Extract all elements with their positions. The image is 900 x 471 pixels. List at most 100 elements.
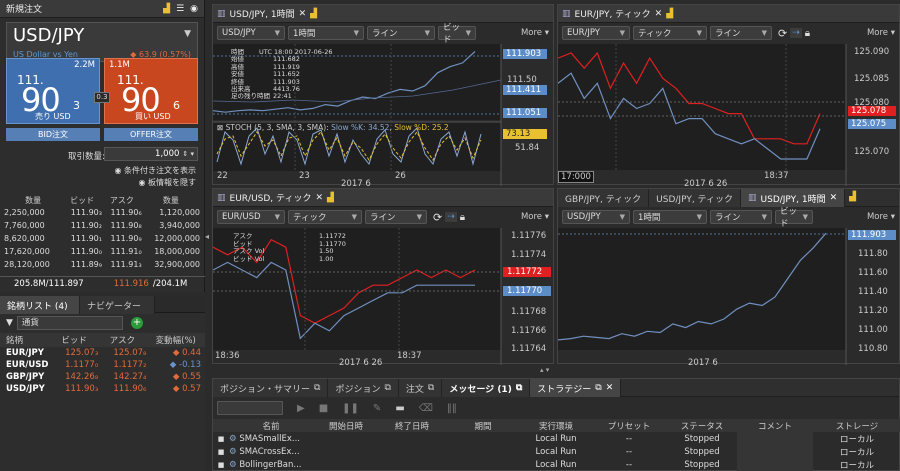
period-select[interactable]: ティック ▼ <box>633 26 707 40</box>
period-select[interactable]: 1時間 ▼ <box>288 26 364 40</box>
row-checkbox[interactable]: ■ <box>213 445 229 458</box>
strategy-header[interactable]: コメント <box>737 419 813 432</box>
collapse-left-icon[interactable]: ◂ <box>205 232 209 241</box>
period-select[interactable]: 1時間 ▼ <box>633 210 707 224</box>
tab-strategies[interactable]: ストラテジー ⧉ ✕ <box>530 379 622 397</box>
lock-icon[interactable]: 🔒︎ <box>460 212 465 223</box>
more-menu[interactable]: More ▾ <box>867 28 895 38</box>
strategy-header[interactable]: ストレージ <box>813 419 900 432</box>
watchlist-row[interactable]: EUR/JPY 125.07₃ 125.07₈ ◆ 0.44 <box>0 347 205 359</box>
watchlist-row[interactable]: USD/JPY 111.90₃ 111.90₆ ◆ 0.57 <box>0 383 205 395</box>
chart-plot[interactable] <box>558 228 900 365</box>
scroll-right-icon[interactable]: ⇢ <box>790 28 802 38</box>
remove-icon[interactable]: ⌫ <box>419 403 433 414</box>
stop-icon[interactable]: ■ <box>319 403 328 414</box>
close-icon[interactable]: ✕ <box>299 9 307 19</box>
add-chart-icon[interactable]: ▟ <box>163 4 170 14</box>
add-chart-icon[interactable]: ▟ <box>666 9 673 19</box>
lock-icon[interactable]: 🔒︎ <box>805 28 810 39</box>
symbol-select[interactable]: EUR/JPY ▼ <box>562 26 630 40</box>
strategy-row[interactable]: ■ ⚙ SMASmallEx... Local Run -- Stopped ローカ… <box>213 432 900 445</box>
chart-type-select[interactable]: ライン ▼ <box>710 210 772 224</box>
strategy-header[interactable]: 開始日時 <box>313 419 379 432</box>
tab-positions[interactable]: ポジション ⧉ <box>328 379 399 397</box>
add-chart-icon[interactable]: ▟ <box>310 9 317 19</box>
strategy-row[interactable]: ■ ⚙ BollingerBan... Local Run -- Stopped ロ… <box>213 458 900 471</box>
watch-header[interactable]: ビッド <box>50 333 98 347</box>
add-chart-icon[interactable]: ▟ <box>845 189 860 206</box>
strategy-header[interactable]: 終了日時 <box>379 419 445 432</box>
add-chart-icon[interactable]: ▟ <box>327 193 334 203</box>
chart-tab-usdjpy-tick[interactable]: USD/JPY, ティック <box>649 189 741 207</box>
popout-icon[interactable]: ⧉ <box>384 383 390 393</box>
refresh-icon[interactable]: ⟳ <box>778 27 787 40</box>
strategy-header[interactable]: 実行環境 <box>521 419 591 432</box>
bid-order-button[interactable]: BID注文 <box>6 128 100 141</box>
chart-type-select[interactable]: ライン ▼ <box>367 26 435 40</box>
watch-header[interactable]: 銘柄 <box>0 333 50 347</box>
strategy-header[interactable]: プリセット <box>591 419 667 432</box>
scroll-right-icon[interactable]: ⇢ <box>445 212 457 222</box>
symbol-select[interactable]: EUR/USD ▼ <box>217 210 285 224</box>
chart-tab-title[interactable]: EUR/USD, ティック <box>230 191 312 204</box>
tab-position-summary[interactable]: ポジション・サマリー ⧉ <box>213 379 329 397</box>
pause-icon[interactable]: ❚❚ <box>342 403 359 414</box>
filter-select[interactable]: 通貨 <box>16 316 123 330</box>
hide-depth-link[interactable]: ◉ 板情報を隠す <box>138 177 196 188</box>
chart-type-select[interactable]: ライン ▼ <box>710 26 772 40</box>
menu-icon[interactable]: ☰ <box>176 4 184 14</box>
offer-order-button[interactable]: OFFER注文 <box>104 128 198 141</box>
eye-icon[interactable]: ◉ <box>190 4 198 14</box>
side-select[interactable]: ビッド ▼ <box>775 207 813 229</box>
sell-button[interactable]: 2.2M 111. 90 3 売り USD <box>6 58 100 124</box>
quantity-stepper[interactable]: 1,000 ⇕ ▾ <box>104 147 198 161</box>
buy-button[interactable]: 1.1M 111. 90 6 買い USD <box>104 58 198 124</box>
play-icon[interactable]: ▶ <box>297 403 305 414</box>
more-menu[interactable]: More ▾ <box>521 28 549 38</box>
symbol-selector[interactable]: USD/JPY US Dollar vs Yen ◆ 63.9 (0.57%) … <box>6 22 198 62</box>
refresh-icon[interactable]: ⟳ <box>433 211 442 224</box>
tab-messages[interactable]: メッセージ (1) ⧉ <box>442 379 531 397</box>
chart-type-select[interactable]: ライン ▼ <box>365 210 427 224</box>
symbol-select[interactable]: USD/JPY ▼ <box>217 26 285 40</box>
chart-tab-title[interactable]: USD/JPY, 1時間 <box>230 7 295 20</box>
tab-navigator[interactable]: ナビゲーター <box>80 296 155 314</box>
chart-tab-gbpjpy[interactable]: GBP/JPY, ティック <box>558 189 650 207</box>
chart-tab-title[interactable]: EUR/JPY, ティック <box>575 7 651 20</box>
more-menu[interactable]: More ▾ <box>521 212 549 222</box>
add-symbol-icon[interactable]: + <box>130 317 143 329</box>
folder-icon[interactable]: ▬ <box>395 403 404 414</box>
close-icon[interactable]: ✕ <box>655 9 663 19</box>
watch-header[interactable]: 変動幅(%) <box>146 333 205 347</box>
strategy-search-input[interactable] <box>217 401 283 415</box>
period-select[interactable]: ティック ▼ <box>288 210 362 224</box>
watchlist-row[interactable]: GBP/JPY 142.26₈ 142.27₄ ◆ 0.55 <box>0 371 205 383</box>
side-select[interactable]: ビッド ▼ <box>438 23 476 45</box>
tab-orders[interactable]: 注文 ⧉ <box>398 379 443 397</box>
watchlist-row[interactable]: EUR/USD 1.1177₀ 1.1177₂ ◆ -0.13 <box>0 359 205 371</box>
symbol-select[interactable]: USD/JPY ▼ <box>562 210 630 224</box>
strategy-row[interactable]: ■ ⚙ SMACrossEx... Local Run -- Stopped ローカ… <box>213 445 900 458</box>
close-icon[interactable]: ✕ <box>606 383 614 393</box>
library-icon[interactable]: ‖‖ <box>447 403 457 414</box>
row-checkbox[interactable]: ■ <box>213 432 229 445</box>
show-conditional-orders-link[interactable]: ◉ 条件付き注文を表示 <box>114 165 196 176</box>
watch-header[interactable]: アスク <box>98 333 146 347</box>
close-icon[interactable]: ✕ <box>830 193 838 203</box>
tab-watchlist[interactable]: 銘柄リスト (4) <box>0 296 80 314</box>
popout-icon[interactable]: ⧉ <box>595 383 601 393</box>
strategy-header[interactable]: 期間 <box>445 419 521 432</box>
close-icon[interactable]: ✕ <box>316 193 324 203</box>
popout-icon[interactable]: ⧉ <box>428 383 434 393</box>
popout-icon[interactable]: ⧉ <box>314 383 320 393</box>
stepper-icon[interactable]: ⇕ ▾ <box>182 150 194 158</box>
more-menu[interactable]: More ▾ <box>867 212 895 222</box>
strategy-header[interactable]: 名前 <box>229 419 313 432</box>
collapse-down-icon[interactable]: ▴ ▾ <box>540 366 549 374</box>
edit-icon[interactable]: ✎ <box>373 403 381 414</box>
popout-icon[interactable]: ⧉ <box>516 383 522 393</box>
row-checkbox[interactable]: ■ <box>213 458 229 471</box>
chevron-down-icon[interactable]: ▼ <box>184 29 191 39</box>
strategy-header[interactable]: ステータス <box>667 419 737 432</box>
stoch-toggle-icon[interactable]: ⊠ <box>217 123 226 132</box>
